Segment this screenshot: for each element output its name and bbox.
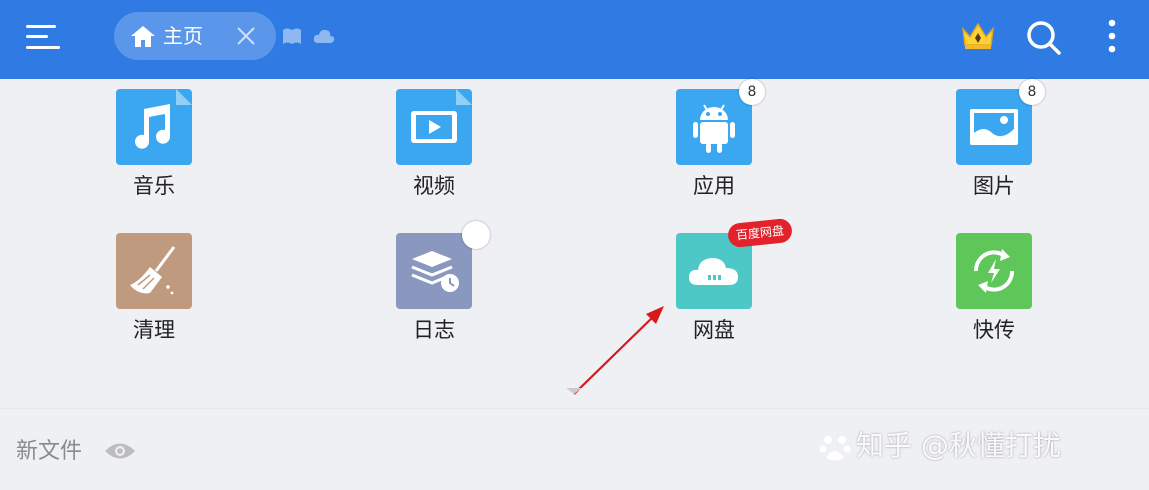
grid-item-label: 图片	[973, 174, 1015, 198]
grid-item-label: 日志	[413, 318, 455, 342]
grid-item-label: 快传	[973, 318, 1015, 342]
grid-item-apps[interactable]: 8 应用	[634, 79, 794, 219]
log-stack-icon	[396, 233, 472, 309]
android-icon	[676, 89, 752, 165]
section-divider	[0, 408, 1149, 409]
grid-item-label: 视频	[413, 174, 455, 198]
count-badge: 8	[1019, 79, 1045, 105]
grid-item-label: 清理	[133, 318, 175, 342]
more-vertical-icon[interactable]	[1102, 18, 1122, 56]
image-icon	[956, 89, 1032, 165]
annotation-arrow	[566, 306, 664, 395]
grid-item-video[interactable]: 视频	[354, 89, 514, 219]
quick-transfer-icon	[956, 233, 1032, 309]
music-icon	[116, 89, 192, 165]
grid-item-clean[interactable]: 清理	[74, 233, 234, 363]
section-title: 新文件	[16, 439, 83, 464]
top-app-bar: 主页	[0, 0, 1149, 79]
grid-item-label: 应用	[693, 174, 735, 198]
cloud-icon[interactable]	[313, 27, 335, 45]
baidu-netdisk-tag: 百度网盘	[726, 217, 794, 249]
tab-home-label: 主页	[163, 24, 203, 48]
menu-icon[interactable]	[26, 22, 60, 52]
video-icon	[396, 89, 472, 165]
grid-item-images[interactable]: 8 图片	[914, 79, 1074, 219]
grid-item-label: 音乐	[133, 174, 175, 198]
search-icon[interactable]	[1024, 18, 1062, 56]
grid-item-quick-transfer[interactable]: 快传	[914, 233, 1074, 363]
grid-item-music[interactable]: 音乐	[74, 89, 234, 219]
paw-logo-icon	[819, 436, 851, 461]
crown-icon[interactable]	[960, 21, 996, 51]
tab-home[interactable]: 主页	[114, 12, 276, 60]
eye-icon[interactable]	[104, 440, 136, 462]
count-badge: 8	[739, 79, 765, 105]
grid-item-log[interactable]: 日志	[354, 221, 514, 363]
broom-icon	[116, 233, 192, 309]
empty-badge	[462, 221, 490, 249]
home-icon	[131, 26, 155, 47]
watermark-text: 知乎 @秋懂打扰	[856, 429, 1061, 462]
book-icon[interactable]	[282, 27, 302, 45]
watermark: 知乎 @秋懂打扰	[818, 426, 1061, 466]
close-icon[interactable]	[234, 24, 258, 48]
